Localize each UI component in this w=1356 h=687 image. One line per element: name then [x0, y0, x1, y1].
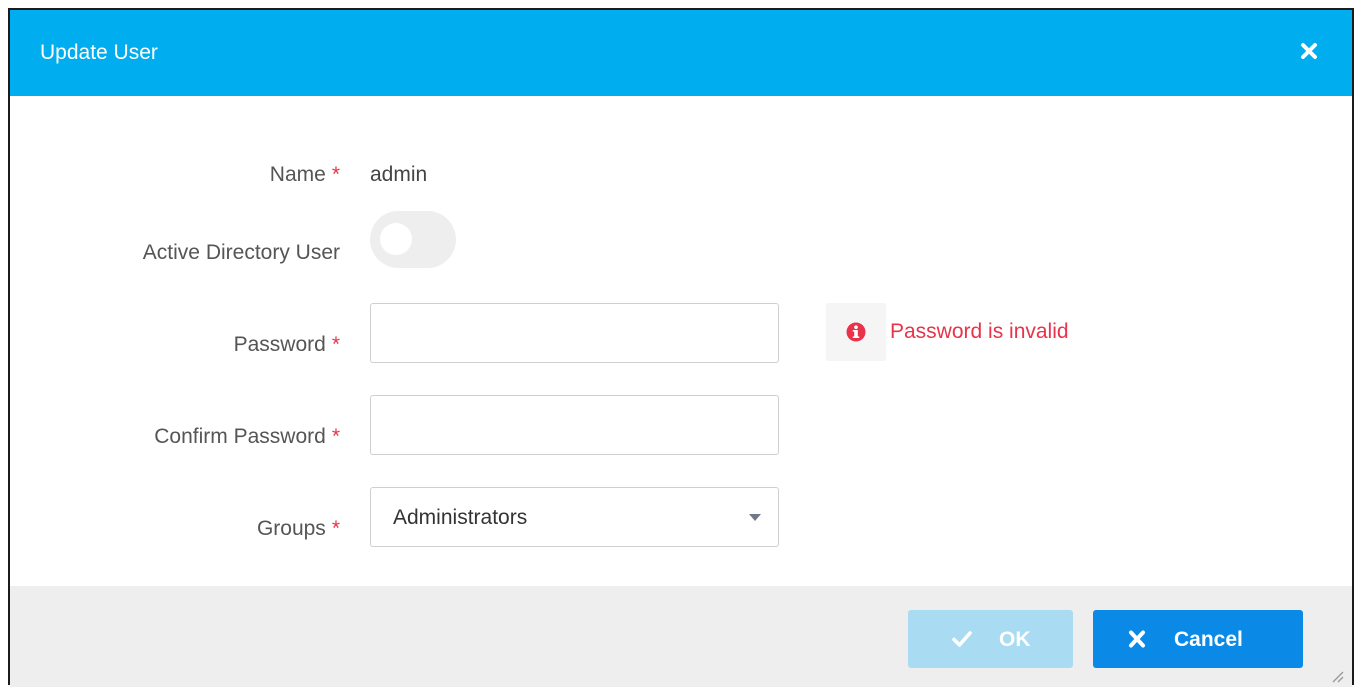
resize-grip-icon[interactable]: [1330, 669, 1344, 683]
active-directory-label-text: Active Directory User: [142, 241, 340, 264]
groups-select[interactable]: Administrators: [370, 487, 779, 547]
groups-label-text: Groups: [256, 517, 326, 540]
cancel-button[interactable]: Cancel: [1093, 610, 1303, 668]
name-value: admin: [370, 163, 428, 186]
check-icon: [952, 631, 972, 647]
name-label-text: Name: [269, 163, 326, 186]
info-circle-icon: [846, 322, 866, 342]
update-user-dialog: Update User Name * admin Active Directory…: [8, 8, 1354, 687]
confirm-password-label: Confirm Password *: [154, 424, 340, 450]
groups-label: Groups *: [257, 516, 340, 542]
password-error-message: Password is invalid: [890, 320, 1069, 343]
required-marker: *: [331, 333, 340, 356]
close-icon: [1129, 630, 1145, 648]
active-directory-label: Active Directory User: [143, 240, 340, 266]
dialog-footer: OK Cancel: [10, 586, 1352, 687]
toggle-knob: [380, 223, 412, 255]
dialog-title: Update User: [40, 41, 158, 64]
ok-button[interactable]: OK: [908, 610, 1073, 668]
password-error-indicator: [826, 303, 886, 361]
required-marker: *: [331, 163, 340, 186]
password-input[interactable]: [370, 303, 779, 363]
groups-selected-value: Administrators: [393, 506, 528, 529]
ok-button-label: OK: [999, 628, 1031, 651]
name-label: Name *: [270, 162, 340, 188]
required-marker: *: [331, 425, 340, 448]
dialog-body: Name * admin Active Directory User Passwo…: [10, 96, 1352, 586]
password-label: Password *: [234, 332, 340, 358]
close-icon[interactable]: [1298, 40, 1320, 62]
password-label-text: Password: [233, 333, 326, 356]
chevron-down-icon: [749, 514, 761, 521]
confirm-password-label-text: Confirm Password: [154, 425, 326, 448]
cancel-button-label: Cancel: [1174, 628, 1243, 651]
confirm-password-input[interactable]: [370, 395, 779, 455]
active-directory-toggle[interactable]: [370, 211, 456, 268]
required-marker: *: [331, 517, 340, 540]
dialog-header: Update User: [10, 10, 1352, 96]
